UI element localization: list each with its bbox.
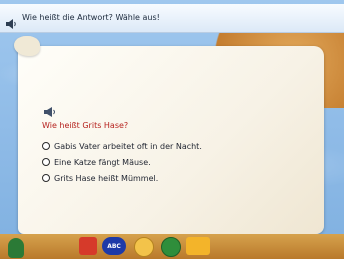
option-label: Grits Hase heißt Mümmel. (54, 173, 159, 183)
radio-button[interactable] (42, 142, 50, 150)
answer-options: Gabis Vater arbeitet oft in der Nacht. E… (42, 139, 202, 187)
question-text: Wie heißt Grits Hase? (42, 121, 129, 130)
speaker-icon[interactable] (6, 14, 18, 33)
instruction-text: Wie heißt die Antwort? Wähle aus! (22, 13, 160, 22)
progress-icon[interactable] (186, 237, 210, 255)
character-icon (8, 238, 24, 258)
answer-option-1[interactable]: Gabis Vater arbeitet oft in der Nacht. (42, 139, 202, 153)
option-label: Eine Katze fängt Mäuse. (54, 157, 151, 167)
home-icon[interactable] (79, 237, 97, 255)
keyboard-label: ABC (107, 243, 121, 250)
speaker-icon[interactable] (44, 102, 58, 117)
globe-icon[interactable] (161, 237, 181, 257)
instruction-header: Wie heißt die Antwort? Wähle aus! (0, 4, 344, 33)
keyboard-button[interactable]: ABC (102, 237, 126, 255)
radio-button[interactable] (42, 158, 50, 166)
radio-button[interactable] (42, 174, 50, 182)
option-label: Gabis Vater arbeitet oft in der Nacht. (54, 141, 202, 151)
help-icon[interactable] (134, 237, 154, 257)
answer-option-2[interactable]: Eine Katze fängt Mäuse. (42, 155, 202, 169)
answer-option-3[interactable]: Grits Hase heißt Mümmel. (42, 171, 202, 185)
